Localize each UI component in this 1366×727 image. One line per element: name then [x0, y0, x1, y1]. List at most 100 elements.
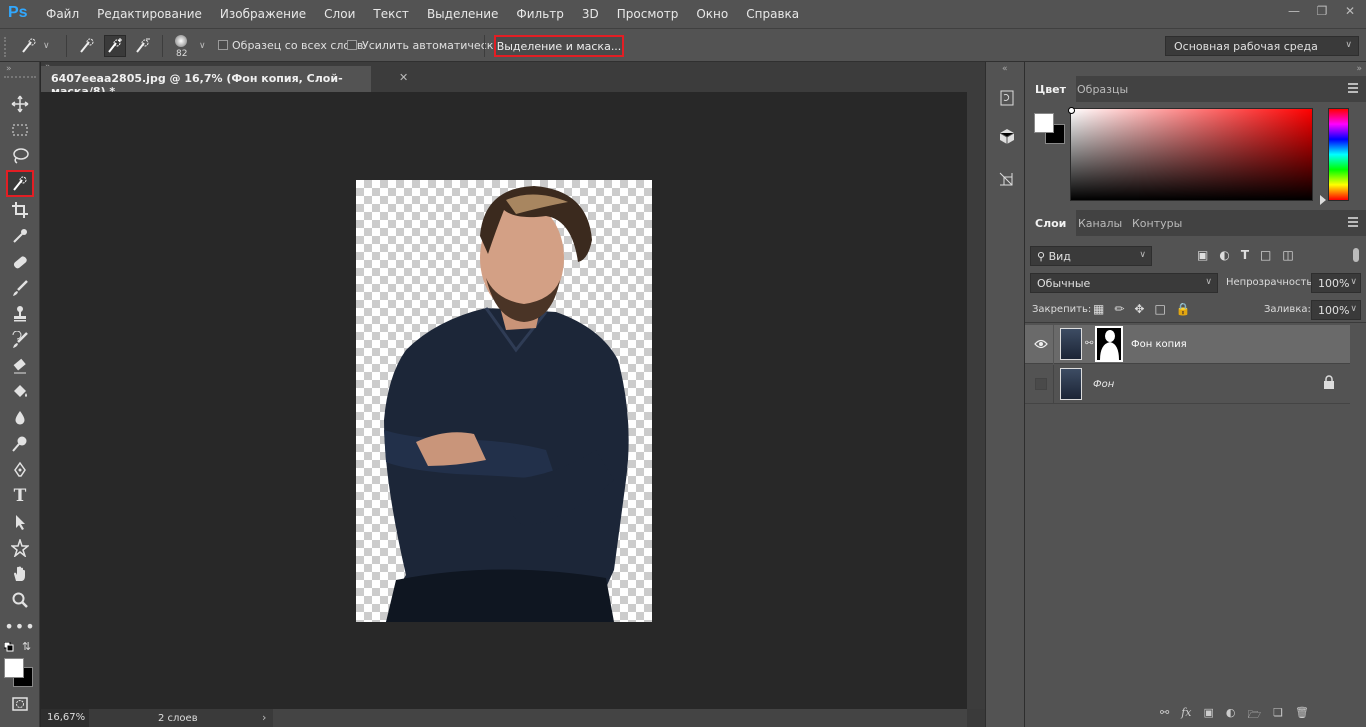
- menu-help[interactable]: Справка: [746, 7, 799, 21]
- marquee-tool-icon[interactable]: [6, 118, 34, 142]
- lock-position-icon[interactable]: ✥: [1134, 302, 1144, 316]
- canvas-area[interactable]: [41, 92, 967, 709]
- eyedropper-tool-icon[interactable]: [6, 224, 34, 248]
- add-to-selection-icon[interactable]: [104, 35, 126, 57]
- collapse-arrows-icon[interactable]: »: [1356, 64, 1362, 74]
- fx-icon[interactable]: fx: [1181, 706, 1191, 725]
- zoom-tool-icon[interactable]: [6, 588, 34, 612]
- hand-tool-icon[interactable]: [6, 562, 34, 586]
- trash-icon[interactable]: 🗑: [1295, 706, 1309, 725]
- layer-name[interactable]: Фон: [1093, 379, 1114, 390]
- quick-selection-tool-icon[interactable]: [6, 170, 34, 197]
- lock-image-icon[interactable]: ✏: [1114, 302, 1124, 316]
- chevron-right-icon[interactable]: ›: [262, 711, 266, 724]
- hue-slider-marker[interactable]: [1320, 195, 1326, 205]
- menu-image[interactable]: Изображение: [220, 7, 306, 21]
- workspace-select[interactable]: Основная рабочая среда ∨: [1165, 36, 1359, 56]
- document-tab[interactable]: 6407eeaa2805.jpg @ 16,7% (Фон копия, Сло…: [41, 66, 371, 98]
- vertical-scrollbar[interactable]: [967, 92, 985, 709]
- paint-bucket-tool-icon[interactable]: [6, 380, 34, 404]
- menu-type[interactable]: Текст: [373, 7, 409, 21]
- menu-select[interactable]: Выделение: [427, 7, 498, 21]
- tab-swatches[interactable]: Образцы: [1067, 76, 1138, 102]
- shape-filter-icon[interactable]: □: [1260, 248, 1271, 262]
- blend-mode-select[interactable]: Обычные ∨: [1030, 273, 1218, 293]
- blur-tool-icon[interactable]: [6, 406, 34, 430]
- new-layer-icon[interactable]: ❏: [1273, 706, 1283, 725]
- layer-mask-thumbnail[interactable]: [1095, 326, 1123, 362]
- collapse-arrows-icon[interactable]: «: [1002, 64, 1008, 74]
- minimize-icon[interactable]: —: [1282, 2, 1306, 20]
- lasso-tool-icon[interactable]: [6, 144, 34, 168]
- menu-edit[interactable]: Редактирование: [97, 7, 202, 21]
- opacity-input[interactable]: 100% ∨: [1311, 273, 1361, 293]
- quick-selection-preset-icon[interactable]: [18, 35, 40, 57]
- foreground-color-swatch[interactable]: [4, 658, 24, 678]
- close-icon[interactable]: ✕: [399, 71, 408, 84]
- menu-window[interactable]: Окно: [696, 7, 728, 21]
- adjustment-filter-icon[interactable]: ◐: [1219, 248, 1229, 262]
- chevron-down-icon[interactable]: ∨: [43, 41, 50, 51]
- crop-tool-icon[interactable]: [6, 198, 34, 222]
- move-tool-icon[interactable]: [6, 92, 34, 116]
- chevron-down-icon[interactable]: ∨: [199, 41, 206, 51]
- new-selection-icon[interactable]: [76, 35, 98, 57]
- auto-enhance-checkbox[interactable]: [347, 40, 357, 53]
- pen-tool-icon[interactable]: [6, 458, 34, 482]
- filter-toggle[interactable]: [1353, 248, 1359, 262]
- layer-row-fon[interactable]: Фон: [1025, 365, 1350, 404]
- tab-paths[interactable]: Контуры: [1122, 210, 1192, 236]
- horizontal-scrollbar[interactable]: [273, 709, 967, 727]
- panel-menu-icon[interactable]: [1348, 217, 1358, 227]
- layer-name[interactable]: Фон копия: [1131, 339, 1187, 350]
- menu-view[interactable]: Просмотр: [617, 7, 679, 21]
- default-colors-icon[interactable]: [3, 641, 14, 652]
- document-canvas[interactable]: [356, 180, 652, 622]
- new-group-icon[interactable]: 🗁: [1248, 706, 1262, 725]
- layer-filter-select[interactable]: ⚲ Вид ∨: [1030, 246, 1152, 266]
- zoom-level[interactable]: 16,67%: [41, 709, 89, 727]
- healing-brush-tool-icon[interactable]: [6, 250, 34, 274]
- layer-thumbnail[interactable]: [1060, 328, 1082, 360]
- close-icon[interactable]: ✕: [1338, 2, 1362, 20]
- visibility-toggle-empty[interactable]: [1035, 378, 1047, 390]
- collapse-arrows-icon[interactable]: »: [6, 64, 12, 74]
- color-picker-marker[interactable]: [1068, 107, 1075, 114]
- brush-size-icon[interactable]: [175, 35, 187, 47]
- dodge-tool-icon[interactable]: [6, 432, 34, 456]
- adjustment-layer-icon[interactable]: ◐: [1226, 706, 1236, 725]
- 3d-panel-icon[interactable]: [996, 125, 1018, 147]
- quick-mask-icon[interactable]: [6, 692, 34, 716]
- sample-all-layers-checkbox[interactable]: [218, 40, 228, 53]
- image-filter-icon[interactable]: ▣: [1197, 248, 1208, 262]
- type-tool-icon[interactable]: T: [6, 484, 34, 508]
- menu-file[interactable]: Файл: [46, 7, 79, 21]
- color-spectrum-field[interactable]: [1070, 108, 1313, 201]
- path-selection-tool-icon[interactable]: [6, 510, 34, 534]
- add-mask-icon[interactable]: ▣: [1204, 706, 1214, 725]
- menu-filter[interactable]: Фильтр: [516, 7, 563, 21]
- color-panel-foreground-swatch[interactable]: [1034, 113, 1054, 133]
- eye-icon[interactable]: [1033, 336, 1049, 352]
- clone-stamp-tool-icon[interactable]: [6, 302, 34, 326]
- panel-menu-icon[interactable]: [1348, 83, 1358, 93]
- paths-panel-icon[interactable]: [996, 169, 1018, 191]
- swap-colors-icon[interactable]: ⇅: [22, 640, 31, 653]
- subtract-from-selection-icon[interactable]: [132, 35, 154, 57]
- layer-thumbnail[interactable]: [1060, 368, 1082, 400]
- type-filter-icon[interactable]: T: [1241, 248, 1249, 262]
- lock-all-icon[interactable]: 🔒: [1176, 302, 1191, 316]
- eraser-tool-icon[interactable]: [6, 354, 34, 378]
- lock-transparent-icon[interactable]: ▦: [1093, 302, 1104, 316]
- menu-layers[interactable]: Слои: [324, 7, 355, 21]
- restore-icon[interactable]: ❐: [1310, 2, 1334, 20]
- select-and-mask-button[interactable]: Выделение и маска...: [494, 35, 624, 57]
- hue-slider[interactable]: [1328, 108, 1349, 201]
- fill-input[interactable]: 100% ∨: [1311, 300, 1361, 320]
- layer-row-fon-kopiya[interactable]: ⚯ Фон копия: [1025, 325, 1350, 364]
- history-panel-icon[interactable]: [996, 87, 1018, 109]
- menu-3d[interactable]: 3D: [582, 7, 599, 21]
- more-tools-icon[interactable]: •••: [4, 614, 34, 638]
- link-layers-icon[interactable]: ⚯: [1160, 706, 1169, 725]
- lock-artboard-icon[interactable]: □: [1154, 302, 1165, 316]
